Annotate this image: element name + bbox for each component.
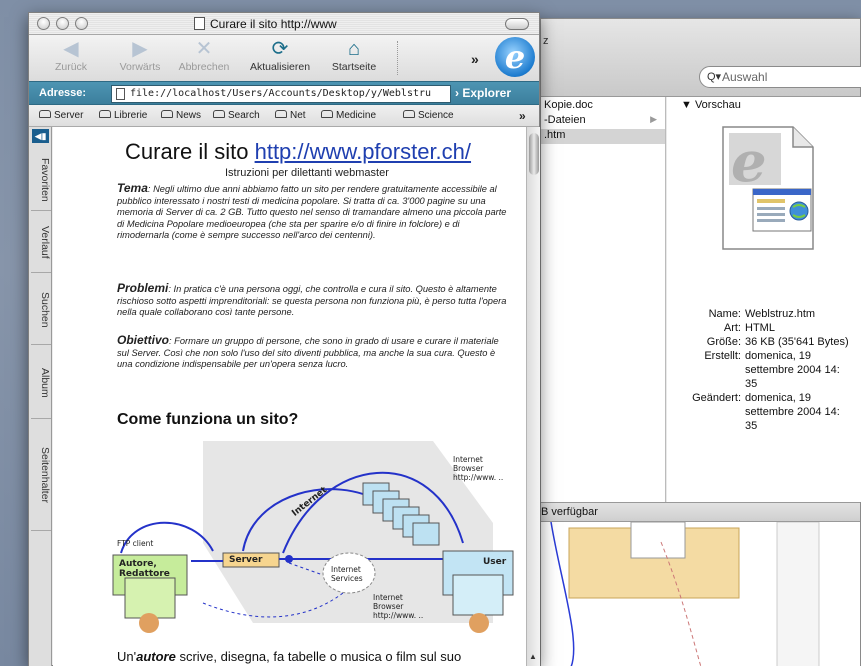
page-subtitle: Istruzioni per dilettanti webmaster <box>225 167 389 179</box>
favorite-net[interactable]: Net <box>275 110 306 121</box>
paragraph-obiettivo: Obiettivo: Formare un gruppo di persone,… <box>117 333 499 370</box>
diagram-user-label: User <box>483 557 507 567</box>
paragraph-problemi: Problemi: In pratica c'è una persona ogg… <box>117 281 507 318</box>
vertical-scrollbar[interactable]: ▲ <box>526 127 540 666</box>
favorites-bar: Server Librerie News Search Net Medicine… <box>29 105 539 127</box>
stop-x-icon: ✕ <box>195 38 213 60</box>
toolbar-overflow-button[interactable]: » <box>471 51 479 67</box>
list-item[interactable]: -Dateien ▶ <box>541 114 665 129</box>
diagram-browser-label-bottom: Internet Browser http://www. .. <box>373 593 424 620</box>
finder-window: z Q▾ Auswahl Kopie.doc -Dateien ▶ .htm ▼ … <box>540 18 861 666</box>
address-label: Adresse: <box>39 87 87 99</box>
status-bar: B verfügbar <box>541 502 860 522</box>
tab-verlauf[interactable]: Verlauf <box>31 213 51 273</box>
paragraph-intro: Un'autore scrive, disegna, fa tabelle o … <box>117 649 462 664</box>
search-placeholder: Auswahl <box>722 70 768 84</box>
disclosure-arrow-icon: ▶ <box>650 114 657 124</box>
close-button[interactable] <box>37 17 50 30</box>
diagram-server-label: Server <box>229 555 263 565</box>
diagram-services-label: Internet Services <box>331 565 363 583</box>
tab-seitenhalter[interactable]: Seitenhalter <box>31 421 51 531</box>
explorer-sidebar: ◀▮ Favoriten Verlauf Suchen Album Seiten… <box>29 127 52 666</box>
finder-lower-area <box>541 521 860 666</box>
favorite-folder-icon <box>161 110 173 118</box>
favorite-folder-icon <box>403 110 415 118</box>
web-content: Curare il sito http://www.pforster.ch/ I… <box>53 127 526 666</box>
page-icon <box>116 88 125 100</box>
paragraph-tema: Tema: Negli ultimo due anni abbiamo fatt… <box>117 181 507 241</box>
window-title: Curare il sito http://www <box>194 17 337 31</box>
favorites-overflow-button[interactable]: » <box>519 109 526 123</box>
search-icon[interactable]: Q▾ <box>707 70 721 83</box>
minimize-button[interactable] <box>56 17 69 30</box>
favorite-science[interactable]: Science <box>403 110 454 121</box>
sidebar-toggle-icon[interactable]: ◀▮ <box>32 129 49 143</box>
favorite-folder-icon <box>321 110 333 118</box>
forward-arrow-icon: ▶ <box>132 38 148 60</box>
favorite-folder-icon <box>39 110 51 118</box>
ie-logo-icon: e <box>495 37 535 77</box>
scrollbar-thumb[interactable] <box>529 133 539 175</box>
diagram-browser-label-top: Internet Browser http://www. .. <box>453 455 504 482</box>
tab-album[interactable]: Album <box>31 347 51 419</box>
svg-text:e: e <box>731 129 767 195</box>
home-icon: ⌂ <box>347 38 361 60</box>
favorite-librerie[interactable]: Librerie <box>99 110 147 121</box>
address-bar: Adresse: file://localhost/Users/Accounts… <box>29 81 539 105</box>
tab-suchen[interactable]: Suchen <box>31 275 51 345</box>
browser-window: Curare il sito http://www ◀ Zurück ▶ Vor… <box>28 12 540 666</box>
toolbar-divider <box>397 41 398 75</box>
page-title: Curare il sito http://www.pforster.ch/ <box>125 139 472 164</box>
refresh-icon: ⟳ <box>271 38 289 60</box>
diagram-author-label: Autore, Redattore <box>119 559 170 579</box>
section-heading: Come funziona un sito? <box>117 411 299 428</box>
favorite-folder-icon <box>213 110 225 118</box>
finder-title-fragment: z <box>543 35 549 47</box>
favorite-search[interactable]: Search <box>213 110 260 121</box>
favorite-medicine[interactable]: Medicine <box>321 110 376 121</box>
document-icon <box>194 17 205 30</box>
favorite-news[interactable]: News <box>161 110 201 121</box>
diagram-ftp-label: FTP client <box>117 539 154 548</box>
back-arrow-icon: ◀ <box>63 38 79 60</box>
explorer-button[interactable]: › Explorer <box>455 86 511 100</box>
zoom-button[interactable] <box>75 17 88 30</box>
html-document-icon: e <box>722 126 814 250</box>
scroll-up-arrow-icon[interactable]: ▲ <box>529 652 537 661</box>
preview-column: ▼ Vorschau e Name: Weblstruz.htm Art: HT… <box>667 97 861 502</box>
back-button[interactable]: ◀ Zurück <box>49 37 93 73</box>
home-button[interactable]: ⌂ Startseite <box>323 37 385 73</box>
search-field[interactable]: Q▾ Auswahl <box>699 66 861 88</box>
background-diagram <box>550 521 820 666</box>
refresh-button[interactable]: ⟳ Aktualisieren <box>239 37 321 73</box>
triangle-down-icon: ▼ <box>681 99 695 111</box>
list-item[interactable]: Kopie.doc <box>541 99 665 114</box>
preview-header[interactable]: ▼ Vorschau <box>681 99 741 111</box>
toolbar-toggle-button[interactable] <box>505 18 529 30</box>
favorite-server[interactable]: Server <box>39 110 83 121</box>
title-bar[interactable]: Curare il sito http://www <box>29 13 539 35</box>
window-controls <box>37 17 88 30</box>
address-input[interactable]: file://localhost/Users/Accounts/Desktop/… <box>111 85 451 103</box>
list-item-selected[interactable]: .htm <box>541 129 665 144</box>
favorite-folder-icon <box>99 110 111 118</box>
finder-toolbar: z Q▾ Auswahl <box>541 19 861 97</box>
site-diagram: FTP client Autore, Redattore Server Inte… <box>103 433 518 633</box>
forward-button[interactable]: ▶ Vorwärts <box>109 37 171 73</box>
favorite-folder-icon <box>275 110 287 118</box>
status-text: B verfügbar <box>541 506 598 518</box>
browser-toolbar: ◀ Zurück ▶ Vorwärts ✕ Abbrechen ⟳ Aktual… <box>29 35 539 81</box>
stop-button[interactable]: ✕ Abbrechen <box>171 37 237 73</box>
site-link[interactable]: http://www.pforster.ch/ <box>255 139 471 164</box>
tab-favoriten[interactable]: Favoriten <box>31 149 51 211</box>
file-column: Kopie.doc -Dateien ▶ .htm <box>541 97 666 502</box>
